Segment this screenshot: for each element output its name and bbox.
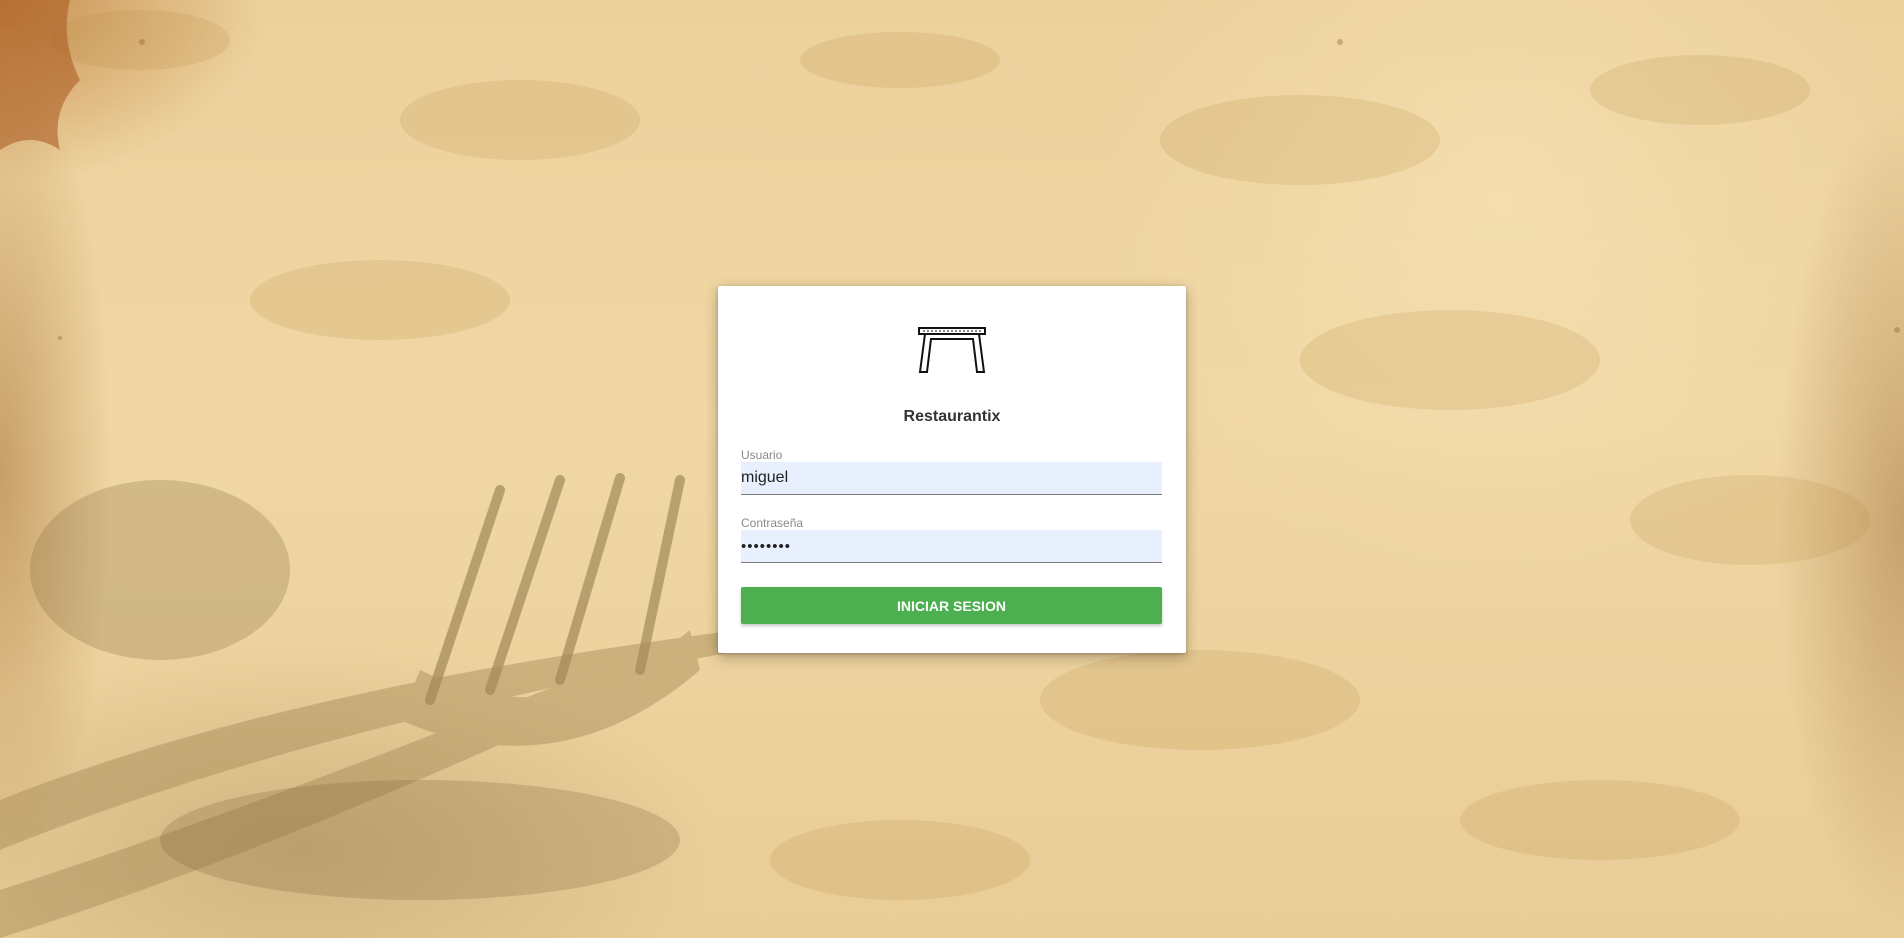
password-input[interactable] — [741, 530, 1162, 563]
username-field: Usuario — [741, 448, 1162, 495]
username-input[interactable] — [741, 462, 1162, 495]
login-card: Restaurantix Usuario Contraseña INICIAR … — [718, 286, 1186, 653]
app-title: Restaurantix — [903, 408, 1001, 425]
table-icon — [918, 327, 986, 373]
login-button[interactable]: INICIAR SESION — [741, 587, 1162, 624]
login-page: Restaurantix Usuario Contraseña INICIAR … — [0, 0, 1904, 938]
username-label: Usuario — [741, 448, 783, 462]
password-label: Contraseña — [741, 516, 804, 530]
password-field: Contraseña — [741, 516, 1162, 563]
